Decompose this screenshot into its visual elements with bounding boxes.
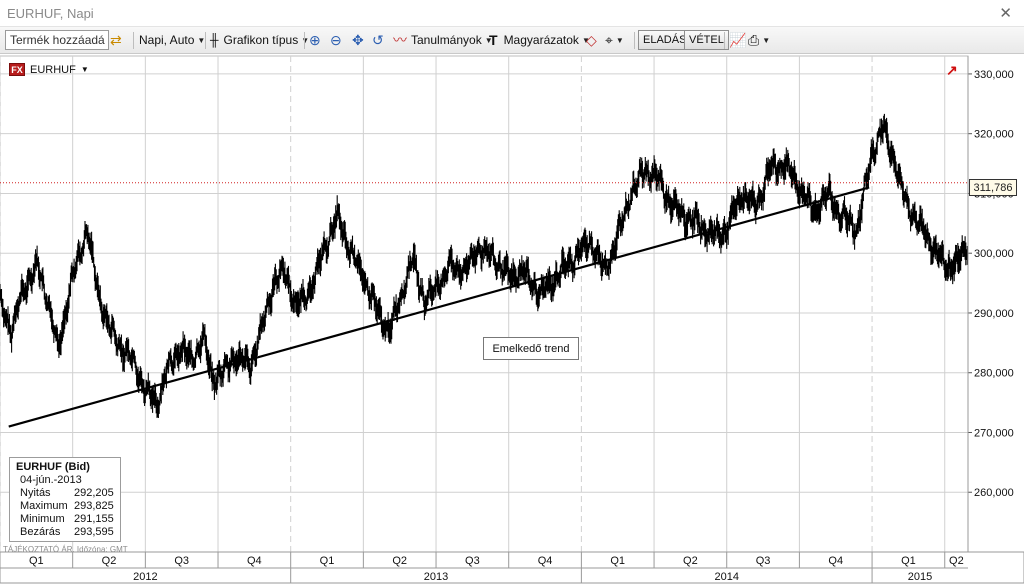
- ohlc-info-box: EURHUF (Bid) 04-jún.-2013 Nyitás 292,205 …: [9, 457, 121, 542]
- info-value: 293,595: [74, 526, 114, 538]
- info-box-date: 04-jún.-2013: [20, 474, 82, 486]
- info-row-low: Minimum 291,155: [16, 513, 120, 526]
- y-tick-label: 320,000: [974, 129, 1014, 141]
- current-price-tag: 311,786: [969, 179, 1017, 196]
- chevron-down-icon: ▼: [80, 65, 89, 74]
- y-tick-label: 280,000: [974, 368, 1014, 380]
- info-value: 292,205: [74, 487, 114, 499]
- info-value: 291,155: [74, 513, 114, 525]
- quarter-label: Q1: [610, 555, 625, 567]
- year-label: 2012: [133, 571, 157, 583]
- y-tick-label: 260,000: [974, 487, 1014, 499]
- indicative-price-note: TÁJÉKOZTATÓ ÁR. Időzóna: GMT: [3, 545, 128, 554]
- y-tick-label: 270,000: [974, 427, 1014, 439]
- info-key: Minimum: [20, 513, 65, 525]
- info-key: Bezárás: [20, 526, 61, 538]
- info-row-high: Maximum 293,825: [16, 500, 120, 513]
- y-tick-label: 290,000: [974, 308, 1014, 320]
- symbol-name: EURHUF: [30, 63, 76, 76]
- trend-arrow-icon[interactable]: ↗: [946, 62, 958, 79]
- y-axis: 260,000270,000280,000290,000300,000310,0…: [968, 69, 1014, 499]
- year-label: 2014: [714, 571, 738, 583]
- quarter-label: Q2: [949, 555, 964, 567]
- info-value: 293,825: [74, 500, 114, 512]
- chart-grid: [0, 55, 969, 553]
- symbol-selector[interactable]: FX EURHUF ▼: [9, 63, 89, 76]
- quarter-label: Q4: [247, 555, 262, 567]
- quarter-label: Q3: [465, 555, 480, 567]
- info-row-close: Bezárás 293,595: [16, 526, 120, 539]
- quarter-label: Q1: [320, 555, 335, 567]
- quarter-label: Q3: [174, 555, 189, 567]
- trend-annotation-label[interactable]: Emelkedő trend: [483, 337, 579, 360]
- x-axis: Q1 Q2 Q3 Q4 Q1 Q2 Q3 Q4 Q1 Q2 Q3 Q4 Q1 Q2 2012 2013 2014…: [0, 551, 1024, 584]
- quarter-label: Q2: [102, 555, 117, 567]
- info-box-title: EURHUF (Bid): [16, 461, 90, 473]
- quarter-label: Q4: [828, 555, 843, 567]
- info-key: Nyitás: [20, 487, 51, 499]
- quarter-label: Q4: [538, 555, 553, 567]
- quarter-label: Q1: [29, 555, 44, 567]
- year-label: 2015: [908, 571, 932, 583]
- quarter-label: Q3: [756, 555, 771, 567]
- price-chart[interactable]: 260,000270,000280,000290,000300,000310,0…: [0, 0, 1024, 584]
- y-tick-label: 330,000: [974, 69, 1014, 81]
- y-tick-label: 300,000: [974, 248, 1014, 260]
- info-key: Maximum: [20, 500, 68, 512]
- info-row-open: Nyitás 292,205: [16, 487, 120, 500]
- fx-badge: FX: [9, 63, 25, 76]
- quarter-label: Q2: [392, 555, 407, 567]
- year-label: 2013: [424, 571, 448, 583]
- quarter-label: Q1: [901, 555, 916, 567]
- quarter-label: Q2: [683, 555, 698, 567]
